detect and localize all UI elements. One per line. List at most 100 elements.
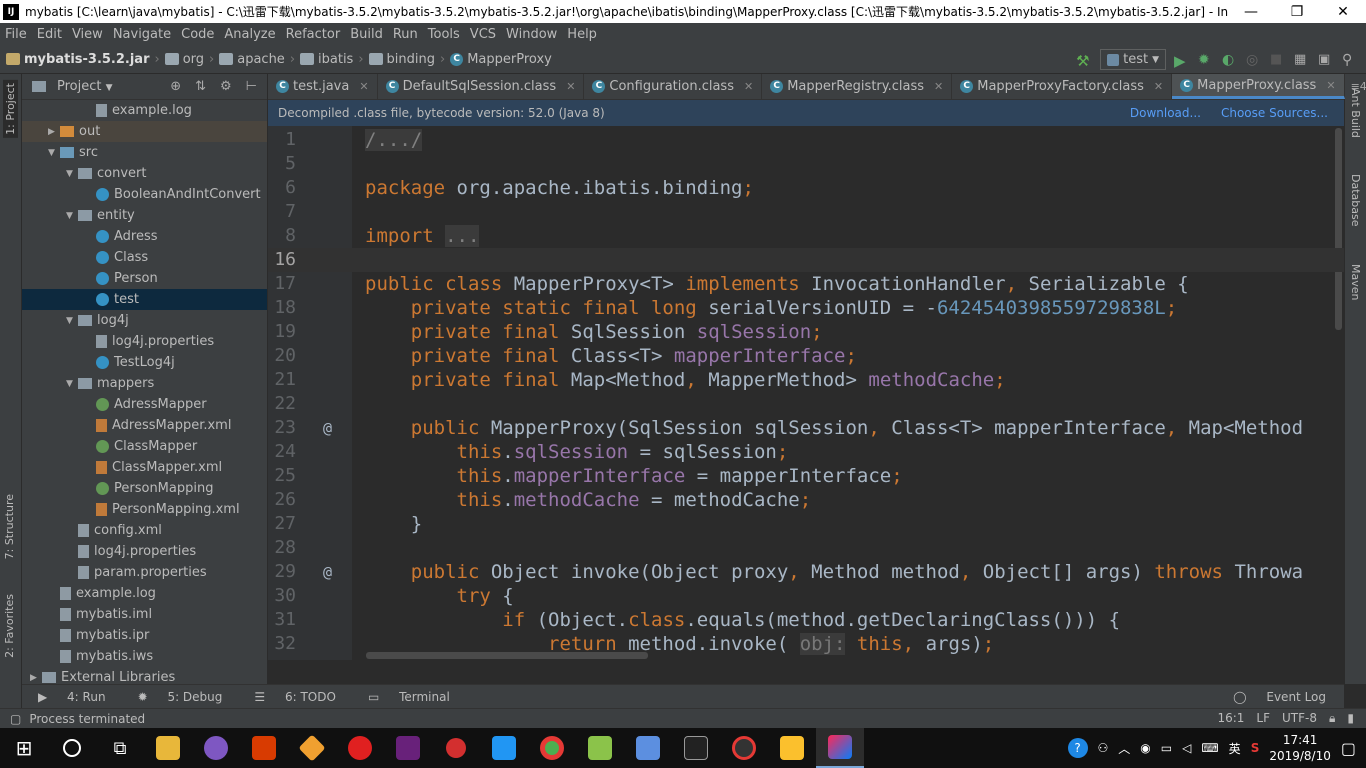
search-button[interactable] [48,728,96,768]
download-sources-link[interactable]: Download... [1130,106,1201,120]
tree-item[interactable]: Class [22,247,267,268]
close-tab-icon[interactable]: ✕ [1326,79,1335,92]
code-editor[interactable]: 1 /.../ 5 6 package org.apache.ibatis.bindin… [268,126,1344,660]
keyboard-icon[interactable]: ⌨ [1201,741,1218,755]
taskbar-app-cat[interactable] [192,728,240,768]
minimize-button[interactable]: — [1228,4,1274,20]
tree-item[interactable]: ▼ src [22,142,267,163]
tabs-overflow[interactable]: ≡4 [1345,74,1366,99]
tree-item[interactable]: ClassMapper.xml [22,457,267,478]
favorites-tool-tab[interactable]: 2: Favorites [3,594,16,658]
close-tab-icon[interactable]: ✕ [1154,80,1163,93]
menu-vcs[interactable]: VCS [465,27,501,42]
event-log-tool-tab[interactable]: ◯ Event Log [1217,690,1344,704]
caret-position[interactable]: 16:1 [1217,711,1244,726]
task-view-button[interactable]: ⧉ [96,728,144,768]
tree-item[interactable]: test [22,289,267,310]
terminal-tool-tab[interactable]: ▭ Terminal [352,690,466,704]
presentation-icon[interactable]: ▣ [1318,52,1334,68]
code-line[interactable]: 5 [268,152,1344,176]
code-line[interactable]: 17 public class MapperProxy<T> implements… [268,272,1344,296]
tree-item[interactable]: mybatis.ipr [22,625,267,646]
project-tool-tab[interactable]: 1: Project [3,80,18,138]
choose-sources-link[interactable]: Choose Sources... [1221,106,1328,120]
expand-down-icon[interactable]: ▼ [66,169,78,179]
hide-icon[interactable]: ⊢ [246,79,257,94]
code-line[interactable]: 32 return method.invoke( obj: this, args… [268,632,1344,656]
tree-item[interactable]: ClassMapper [22,436,267,457]
editor-tab[interactable]: C MapperRegistry.class ✕ [762,74,953,99]
tree-item[interactable]: log4j.properties [22,541,267,562]
code-line[interactable]: 26 this.methodCache = methodCache; [268,488,1344,512]
debug-tool-tab[interactable]: ✹ 5: Debug [122,690,239,704]
taskbar-app-office[interactable] [240,728,288,768]
expand-down-icon[interactable]: ▼ [48,148,60,158]
search-icon[interactable]: ⚲ [1342,52,1358,68]
taskbar-chrome[interactable] [528,728,576,768]
expand-down-icon[interactable]: ▼ [66,379,78,389]
tree-item[interactable]: Person [22,268,267,289]
help-icon[interactable]: ? [1067,738,1088,758]
maximize-button[interactable]: ❐ [1274,4,1320,20]
tree-item[interactable]: AdressMapper.xml [22,415,267,436]
run-config-select[interactable]: test ▼ [1100,49,1166,70]
override-marker-icon[interactable]: @ [323,416,332,440]
tree-item[interactable]: TestLog4j [22,352,267,373]
database-tool-tab[interactable]: Database [1349,174,1362,227]
taskbar-cmd[interactable] [672,728,720,768]
tree-item[interactable]: ▼ mappers [22,373,267,394]
breadcrumb-apache[interactable]: apache [219,52,285,67]
stop-icon[interactable]: ■ [1270,52,1286,68]
code-line[interactable]: 18 private static final long serialVersi… [268,296,1344,320]
menu-refactor[interactable]: Refactor [281,27,346,42]
tree-item[interactable]: mybatis.iml [22,604,267,625]
code-line[interactable]: 7 [268,200,1344,224]
editor-tab[interactable]: C MapperProxyFactory.class ✕ [952,74,1173,99]
tree-item[interactable]: ▼ convert [22,163,267,184]
menu-edit[interactable]: Edit [32,27,67,42]
taskbar-app-notepad[interactable] [576,728,624,768]
tree-item[interactable]: ▶ out [22,121,267,142]
menu-run[interactable]: Run [388,27,423,42]
code-line[interactable]: 30 try { [268,584,1344,608]
menu-view[interactable]: View [67,27,108,42]
collapse-all-icon[interactable]: ⇅ [195,79,206,94]
locate-icon[interactable]: ⊕ [170,79,181,94]
code-line[interactable]: 31 if (Object.class.equals(method.getDec… [268,608,1344,632]
expand-right-icon[interactable]: ▶ [48,127,60,137]
breadcrumb-org[interactable]: org [164,52,204,67]
taskbar-app-contacts[interactable] [480,728,528,768]
tree-item[interactable]: Adress [22,226,267,247]
file-encoding[interactable]: UTF-8 [1282,711,1317,726]
line-separator[interactable]: LF [1256,711,1270,726]
debug-icon[interactable]: ✹ [1198,52,1214,68]
code-line[interactable]: 23 @ public MapperProxy(SqlSession sqlSes… [268,416,1344,440]
close-tab-icon[interactable]: ✕ [359,80,368,93]
breadcrumb-mapperproxy[interactable]: C MapperProxy [450,52,552,67]
taskbar-app-molecule[interactable] [432,728,480,768]
menu-build[interactable]: Build [345,27,388,42]
taskbar-qq[interactable] [720,728,768,768]
volume-icon[interactable]: ◁ [1182,741,1191,755]
structure-tool-tab[interactable]: 7: Structure [3,494,16,559]
editor-tab[interactable]: C Configuration.class ✕ [584,74,763,99]
tree-item[interactable]: PersonMapping [22,478,267,499]
code-line[interactable]: 25 this.mapperInterface = mapperInterfac… [268,464,1344,488]
close-button[interactable]: ✕ [1320,4,1366,20]
editor-tab[interactable]: Ctest.java ✕ [268,74,378,99]
breadcrumb-ibatis[interactable]: ibatis [300,52,353,67]
tree-item[interactable]: config.xml [22,520,267,541]
run-icon[interactable]: ▶ [1174,52,1190,70]
profile-icon[interactable]: ◎ [1246,52,1262,68]
network-icon[interactable]: ▭ [1161,741,1172,755]
taskbar-app-star[interactable] [768,728,816,768]
tree-item[interactable]: ▼ log4j [22,310,267,331]
code-line[interactable]: 28 [268,536,1344,560]
taskbar-app-vs[interactable] [384,728,432,768]
sogou-icon[interactable]: S [1251,741,1260,755]
project-structure-icon[interactable]: ▦ [1294,52,1310,68]
start-button[interactable]: ⊞ [0,728,48,768]
tree-item[interactable]: ▼ entity [22,205,267,226]
people-icon[interactable]: ⚇ [1098,741,1109,755]
code-line[interactable]: 19 private final SqlSession sqlSession; [268,320,1344,344]
